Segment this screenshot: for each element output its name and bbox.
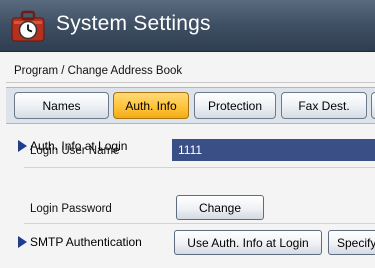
tab-bar: Names Auth. Info Protection Fax Dest. <box>6 87 375 124</box>
change-password-button[interactable]: Change <box>176 195 264 220</box>
arrow-right-icon <box>18 140 27 152</box>
arrow-right-icon <box>18 236 27 248</box>
login-user-name-field[interactable]: 1111 <box>172 139 375 161</box>
settings-toolbox-clock-icon <box>11 10 45 42</box>
tab-names[interactable]: Names <box>14 92 109 119</box>
title-bar: System Settings <box>0 0 375 52</box>
login-user-name-label: Login User Name <box>30 145 120 157</box>
specify-button[interactable]: Specify <box>328 230 375 255</box>
divider <box>6 82 375 83</box>
tab-partially-visible[interactable] <box>371 92 375 119</box>
tab-auth-info[interactable]: Auth. Info <box>113 92 189 119</box>
breadcrumb: Program / Change Address Book <box>14 65 183 77</box>
section-smtp-authentication: SMTP Authentication <box>18 235 142 249</box>
section-title: SMTP Authentication <box>30 235 142 249</box>
row-divider <box>24 223 375 224</box>
tab-protection[interactable]: Protection <box>194 92 276 119</box>
settings-panel: Program / Change Address Book Names Auth… <box>0 52 375 268</box>
tab-fax-dest[interactable]: Fax Dest. <box>281 92 367 119</box>
window-title: System Settings <box>56 12 211 35</box>
row-divider <box>24 167 375 168</box>
use-auth-info-at-login-button[interactable]: Use Auth. Info at Login <box>174 230 322 255</box>
login-password-label: Login Password <box>30 203 112 215</box>
